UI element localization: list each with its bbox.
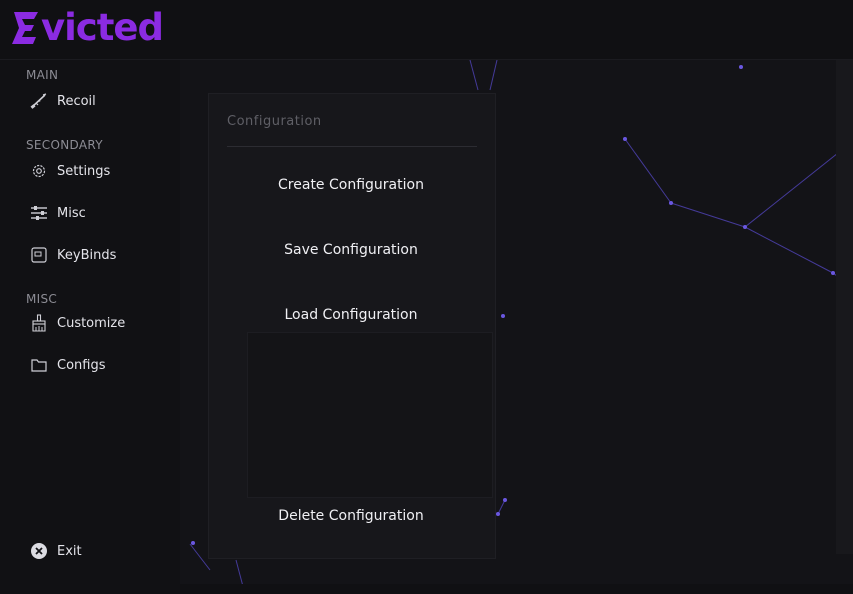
sidebar-section-secondary: SECONDARY bbox=[26, 138, 103, 152]
sidebar-item-settings[interactable]: Settings bbox=[30, 160, 110, 182]
panel-divider bbox=[227, 146, 477, 147]
app-logo-text: victed bbox=[41, 6, 164, 49]
app-header: victed bbox=[0, 0, 853, 60]
sliders-icon bbox=[30, 204, 48, 222]
sidebar-item-label: Configs bbox=[57, 357, 106, 373]
sidebar-item-label: KeyBinds bbox=[57, 247, 117, 263]
sidebar-item-recoil[interactable]: Recoil bbox=[30, 90, 96, 112]
exit-button[interactable]: Exit bbox=[30, 540, 82, 562]
paint-brush-icon bbox=[30, 314, 48, 332]
sidebar-item-label: Settings bbox=[57, 163, 111, 179]
create-configuration-button[interactable]: Create Configuration bbox=[229, 172, 473, 198]
exit-label: Exit bbox=[57, 543, 82, 559]
keyboard-key-icon bbox=[30, 246, 48, 264]
evicted-logo-e-icon bbox=[12, 12, 38, 44]
load-configuration-button[interactable]: Load Configuration bbox=[229, 302, 473, 328]
delete-configuration-button[interactable]: Delete Configuration bbox=[229, 503, 473, 529]
sidebar-item-label: Misc bbox=[57, 205, 86, 221]
gear-icon bbox=[30, 162, 48, 180]
close-circle-icon bbox=[30, 542, 48, 560]
folder-icon bbox=[30, 356, 48, 374]
panel-title: Configuration bbox=[227, 114, 322, 129]
right-edge-strip bbox=[836, 60, 853, 554]
sidebar-item-label: Recoil bbox=[57, 93, 96, 109]
configuration-list[interactable] bbox=[247, 332, 493, 498]
sidebar-item-label: Customize bbox=[57, 315, 126, 331]
sidebar-item-keybinds[interactable]: KeyBinds bbox=[30, 244, 116, 266]
save-configuration-button[interactable]: Save Configuration bbox=[229, 237, 473, 263]
sidebar-item-customize[interactable]: Customize bbox=[30, 312, 125, 334]
sidebar-section-misc: MISC bbox=[26, 292, 58, 306]
app-logo: victed bbox=[10, 6, 164, 50]
bottom-edge-strip bbox=[180, 584, 853, 594]
sidebar: MAIN Recoil SECONDARY Settings Misc KeyB… bbox=[0, 60, 180, 594]
sidebar-section-main: MAIN bbox=[26, 68, 59, 82]
configuration-panel: Configuration Create Configuration Save … bbox=[208, 93, 496, 559]
sidebar-item-misc[interactable]: Misc bbox=[30, 202, 86, 224]
sidebar-item-configs[interactable]: Configs bbox=[30, 354, 105, 376]
app-window: victed MAIN Recoil SECONDARY Settings Mi… bbox=[0, 0, 853, 594]
rifle-icon bbox=[30, 92, 48, 110]
